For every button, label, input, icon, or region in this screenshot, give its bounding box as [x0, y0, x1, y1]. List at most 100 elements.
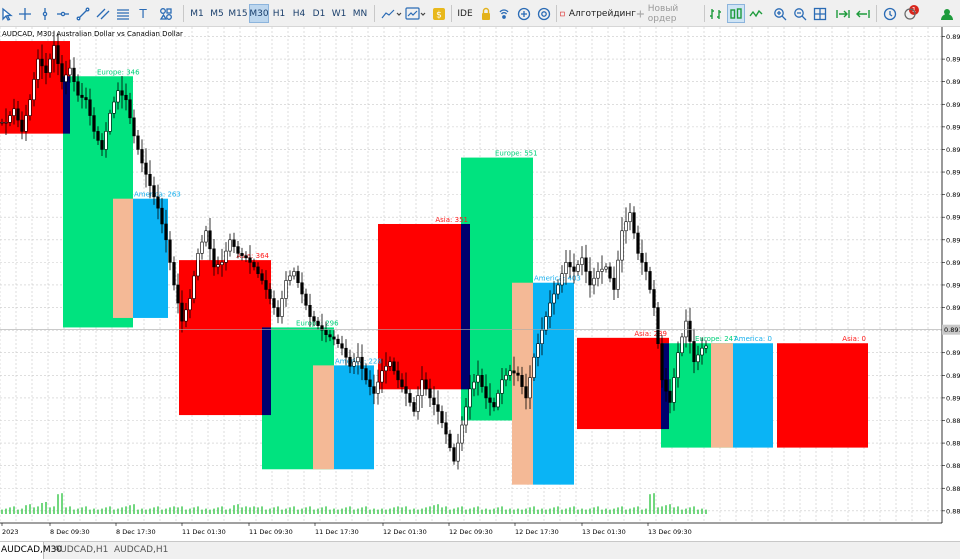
zoom-in-icon[interactable] — [771, 4, 789, 23]
candle-bull — [528, 377, 532, 399]
timeframe-h1[interactable]: H1 — [269, 4, 289, 23]
candle-bear — [608, 266, 612, 279]
timeframe-mn[interactable]: MN — [349, 4, 371, 23]
text-icon[interactable]: T — [134, 4, 152, 23]
channel-icon[interactable] — [94, 4, 112, 23]
timeframe-m15[interactable]: M15 — [227, 4, 249, 23]
candle-bull — [560, 273, 564, 286]
session-range-marker — [461, 223, 470, 390]
timeframe-m1[interactable]: M1 — [187, 4, 207, 23]
indicator-icon[interactable] — [379, 4, 405, 23]
candle-bull — [380, 370, 384, 383]
candle-bull — [604, 266, 608, 270]
price-tick-label: 0.8968 — [946, 101, 960, 109]
session-box-asia — [777, 343, 868, 448]
candle-bear — [96, 131, 100, 141]
tab-audcad-m30[interactable]: AUDCAD,M30 — [0, 542, 62, 559]
candle-bear — [92, 115, 96, 132]
candle-bull — [356, 356, 360, 363]
candle-bull — [184, 309, 188, 322]
candle-bear — [244, 255, 248, 259]
templates-icon[interactable] — [403, 4, 429, 23]
candle-bull — [472, 381, 476, 390]
grid-icon[interactable] — [811, 4, 829, 23]
vps-icon[interactable] — [535, 4, 553, 23]
candle-bull — [508, 370, 512, 376]
candle-bear — [132, 117, 136, 137]
candle-bull — [696, 354, 700, 363]
candle-bear — [488, 397, 492, 403]
toolbar-separator — [556, 5, 557, 22]
shapes-icon[interactable] — [154, 4, 178, 23]
bar-chart-icon[interactable] — [707, 4, 725, 23]
lock-icon[interactable] — [477, 4, 495, 23]
candle-bear — [84, 97, 88, 101]
candle-bull — [624, 221, 628, 232]
candle-bear — [268, 289, 272, 299]
signal-icon[interactable] — [495, 4, 513, 23]
candle-bear — [636, 232, 640, 254]
candle-bear — [272, 298, 276, 308]
autoscroll-icon[interactable] — [834, 4, 852, 23]
dollar-icon[interactable]: $ — [430, 4, 448, 23]
notifications-icon[interactable] — [881, 4, 899, 23]
price-chart[interactable]: Europe: 346America: 263Asia: 364Europe: … — [0, 27, 960, 541]
vertical-line-icon[interactable] — [36, 4, 54, 23]
toolbar: T M1 M5 M15 M30 H1 H4 D1 W1 MN $ IDE Алготрейдинг Нов… — [0, 0, 960, 27]
zoom-out-icon[interactable] — [791, 4, 809, 23]
ide-button[interactable]: IDE — [455, 4, 475, 23]
candle-bull — [36, 58, 40, 80]
crosshair-icon[interactable] — [16, 4, 34, 23]
candle-bear — [512, 370, 516, 374]
candle-bear — [404, 386, 408, 394]
chart-shift-icon[interactable] — [854, 4, 872, 23]
tab-audcad-h1[interactable]: AUDCAD,H1 — [50, 542, 108, 559]
candle-bear — [364, 368, 368, 381]
price-tick-label: 0.8933 — [946, 259, 960, 267]
price-tick-label: 0.8958 — [946, 146, 960, 154]
candle-bear — [40, 58, 44, 67]
session-box-america — [533, 282, 574, 485]
cursor-icon[interactable] — [0, 4, 14, 23]
candle-bear — [372, 386, 376, 394]
trendline-icon[interactable] — [74, 4, 92, 23]
candle-bull — [228, 239, 232, 252]
timeframe-d1[interactable]: D1 — [309, 4, 329, 23]
tab-audcad-h1-2[interactable]: AUDCAD,H1 — [110, 542, 168, 559]
candle-bear — [652, 289, 656, 308]
candle-bear — [300, 282, 304, 295]
market-icon[interactable] — [515, 4, 533, 23]
timeframe-m5[interactable]: M5 — [207, 4, 227, 23]
time-label: 2023 — [2, 528, 19, 536]
candle-bear — [484, 386, 488, 399]
price-tick-label: 0.8888 — [946, 462, 960, 470]
svg-text:$: $ — [436, 10, 442, 20]
candle-bull — [504, 375, 508, 381]
fibonacci-icon[interactable] — [114, 4, 132, 23]
candle-bear — [588, 271, 592, 286]
candle-bear — [100, 140, 104, 150]
price-tick-label: 0.8953 — [946, 169, 960, 177]
candles-icon[interactable] — [727, 4, 745, 23]
candle-bull — [384, 365, 388, 372]
timeframe-m30[interactable]: M30 — [249, 4, 269, 23]
horizontal-line-icon[interactable] — [54, 4, 72, 23]
algo-icon[interactable]: Алготрейдинг — [560, 4, 636, 23]
account-icon[interactable] — [937, 4, 957, 23]
timeframe-w1[interactable]: W1 — [329, 4, 349, 23]
candle-bear — [348, 356, 352, 367]
new-order-icon[interactable]: Новый ордер — [636, 4, 702, 24]
candle-bull — [680, 336, 684, 354]
price-tick-label: 0.8963 — [946, 123, 960, 131]
candle-bear — [640, 253, 644, 263]
notifications-icon-bell[interactable] — [901, 4, 919, 23]
session-box-overlap — [711, 343, 733, 448]
session-box-overlap — [313, 365, 334, 470]
candle-bull — [204, 230, 208, 243]
candle-bull — [596, 271, 600, 279]
candle-bear — [308, 304, 312, 317]
candle-bear — [440, 411, 444, 424]
line-chart-icon[interactable] — [747, 4, 765, 23]
timeframe-h4[interactable]: H4 — [289, 4, 309, 23]
candle-bull — [284, 280, 288, 299]
